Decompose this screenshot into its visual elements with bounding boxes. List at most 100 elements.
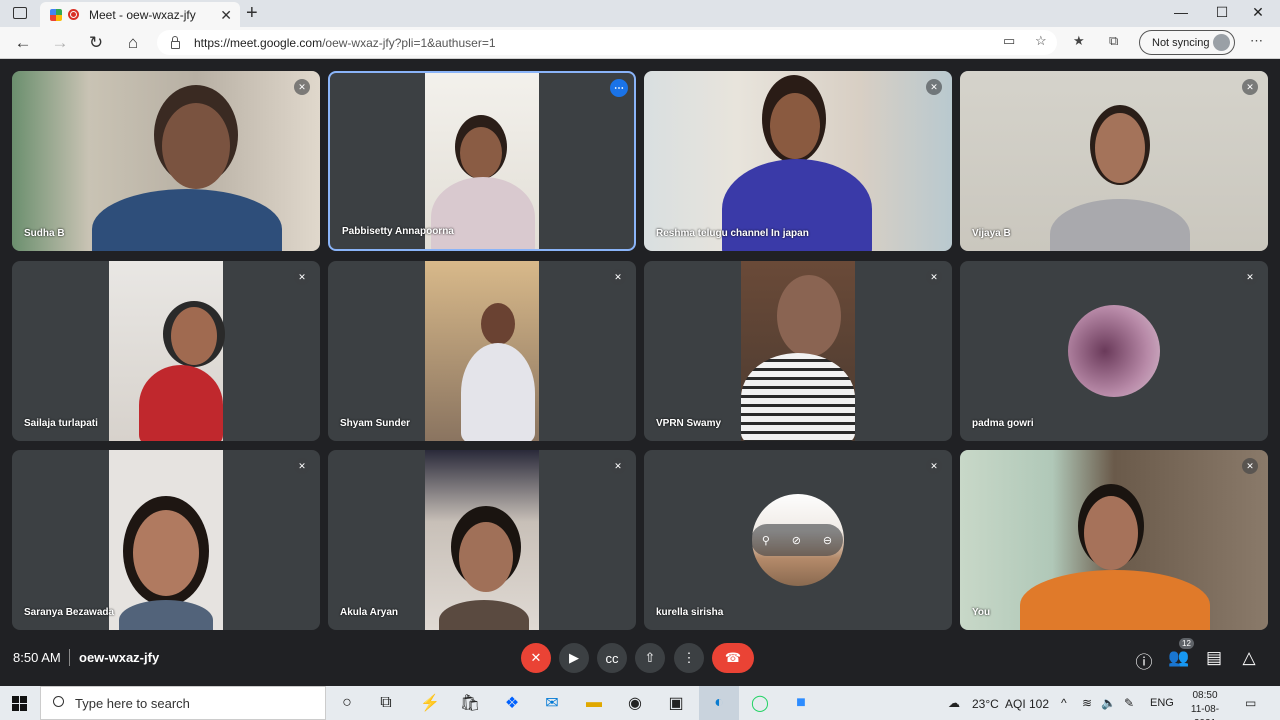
mic-off-icon: ✕ <box>610 269 626 285</box>
participant-tile[interactable]: ✕ VPRN Swamy <box>644 261 952 441</box>
tray-overflow-icon[interactable]: ^ <box>1061 696 1067 710</box>
dropbox-icon[interactable]: ❖ <box>500 692 524 714</box>
participant-video <box>425 73 539 249</box>
minimize-button[interactable]: — <box>1166 4 1196 20</box>
participant-tile[interactable]: ✕ Reshma telugu channel In japan <box>644 71 952 251</box>
mic-off-icon: ✕ <box>1242 458 1258 474</box>
meeting-code: oew-wxaz-jfy <box>79 650 160 665</box>
meeting-control-bar: 8:50 AM oew-wxaz-jfy ✕ ▶ cc ⇧ ⋮ ☎ ⓘ 👥 ▤ … <box>0 632 1280 684</box>
meeting-details-icon[interactable]: ⓘ <box>1133 648 1155 673</box>
aqi-label[interactable]: AQI 102 <box>1005 697 1049 711</box>
participant-name: Vijaya B <box>972 228 1011 239</box>
maximize-button[interactable]: ☐ <box>1207 4 1237 21</box>
store-icon[interactable]: 🛍 <box>458 692 482 714</box>
remove-icon[interactable]: ⊖ <box>823 534 832 547</box>
language-indicator[interactable]: ENG <box>1150 697 1174 709</box>
participant-name: Reshma telugu channel In japan <box>656 228 809 239</box>
app-icon-2[interactable]: ▣ <box>664 692 688 714</box>
taskbar-search-input[interactable]: Type here to search <box>40 686 326 720</box>
camera-in-use-icon[interactable]: ▭ <box>1003 33 1015 49</box>
address-bar-row: ← → ↻ ⌂ https://meet.google.com /oew-wxa… <box>0 27 1280 59</box>
notifications-icon[interactable]: ▭ <box>1245 696 1256 710</box>
network-icon[interactable]: ≋ <box>1082 696 1092 710</box>
taskbar-clock[interactable]: 08:50 11-08-2021 <box>1180 689 1230 720</box>
mail-icon[interactable]: ✉ <box>540 692 564 714</box>
participant-video <box>109 450 223 630</box>
participant-name: Sailaja turlapati <box>24 418 98 429</box>
pen-icon[interactable]: ✎ <box>1124 696 1134 710</box>
participant-tile[interactable]: ✕ padma gowri <box>960 261 1268 441</box>
mic-off-icon: ✕ <box>926 79 942 95</box>
mic-toggle-button[interactable]: ✕ <box>521 643 551 673</box>
settings-more-icon[interactable]: ⋯ <box>1250 33 1263 49</box>
participant-video <box>644 71 952 251</box>
participant-tile[interactable]: ⚲ ⊘ ⊖ ✕ kurella sirisha <box>644 450 952 630</box>
meet-favicon-icon <box>50 8 62 21</box>
search-icon <box>53 696 64 707</box>
participant-tile[interactable]: ✕ Shyam Sunder <box>328 261 636 441</box>
participant-tile[interactable]: ✕ Sailaja turlapati <box>12 261 320 441</box>
close-window-button[interactable]: ✕ <box>1243 4 1273 21</box>
present-button[interactable]: ⇧ <box>635 643 665 673</box>
participant-tile[interactable]: ⋯ Pabbisetty Annapoorna <box>328 71 636 251</box>
file-explorer-icon[interactable]: ▬ <box>582 692 606 714</box>
favorites-icon[interactable]: ★ <box>1073 33 1085 49</box>
vscode-icon[interactable]: ⚡ <box>418 692 442 714</box>
camera-toggle-button[interactable]: ▶ <box>559 643 589 673</box>
participant-tile[interactable]: ✕ Akula Aryan <box>328 450 636 630</box>
participant-name: Sudha B <box>24 228 65 239</box>
collections-icon[interactable]: ⧉ <box>1109 33 1118 49</box>
participant-name: VPRN Swamy <box>656 418 722 429</box>
whatsapp-icon[interactable]: ◯ <box>748 692 772 714</box>
browser-tab-meet[interactable]: Meet - oew-wxaz-jfy ✕ <box>40 2 240 27</box>
url-path: /oew-wxaz-jfy?pli=1&authuser=1 <box>322 35 496 50</box>
captions-button[interactable]: cc <box>597 643 627 673</box>
weather-icon[interactable]: ☁ <box>948 696 960 710</box>
participant-video <box>425 261 539 441</box>
tab-actions-icon[interactable] <box>13 7 27 19</box>
participant-name: You <box>972 607 991 618</box>
edge-icon[interactable]: ◐ <box>707 692 731 714</box>
profile-sync-button[interactable]: Not syncing <box>1139 30 1235 55</box>
volume-icon[interactable]: 🔈 <box>1101 696 1116 710</box>
more-options-icon[interactable]: ⋯ <box>610 79 628 97</box>
chat-icon[interactable]: ▤ <box>1203 648 1225 668</box>
participant-video <box>12 71 320 251</box>
participant-name: Pabbisetty Annapoorna <box>342 226 454 237</box>
back-button[interactable]: ← <box>11 33 35 53</box>
weather-temp[interactable]: 23°C <box>972 697 999 711</box>
add-favorite-icon[interactable]: ☆ <box>1035 33 1047 49</box>
reload-button[interactable]: ↻ <box>84 33 108 53</box>
new-tab-button[interactable]: + <box>246 2 258 25</box>
home-button[interactable]: ⌂ <box>121 33 145 53</box>
meeting-time: 8:50 AM <box>13 650 61 665</box>
app-icon[interactable]: ◉ <box>623 692 647 714</box>
people-icon[interactable]: 👥 <box>1168 648 1190 668</box>
sync-label: Not syncing <box>1152 36 1210 49</box>
mic-off-icon: ✕ <box>294 79 310 95</box>
forward-button[interactable]: → <box>48 33 72 53</box>
url-input[interactable]: https://meet.google.com /oew-wxaz-jfy?pl… <box>157 30 1057 55</box>
start-button[interactable] <box>12 696 27 711</box>
hang-up-button[interactable]: ☎ <box>712 643 754 673</box>
participant-video <box>425 450 539 630</box>
more-options-button[interactable]: ⋮ <box>674 643 704 673</box>
task-view-icon[interactable]: ⧉ <box>374 692 398 714</box>
tab-close-icon[interactable]: ✕ <box>220 7 232 24</box>
participant-avatar <box>1068 305 1160 397</box>
participant-tile[interactable]: ✕ Saranya Bezawada <box>12 450 320 630</box>
participant-name: kurella sirisha <box>656 607 724 618</box>
activities-icon[interactable]: △ <box>1238 648 1260 668</box>
lock-icon <box>171 35 180 49</box>
participant-tile[interactable]: ✕ Vijaya B <box>960 71 1268 251</box>
pin-icon[interactable]: ⚲ <box>762 534 770 547</box>
mute-icon[interactable]: ⊘ <box>792 534 801 547</box>
cortana-icon[interactable]: ○ <box>335 692 359 714</box>
participant-count-badge: 12 <box>1179 638 1194 649</box>
clock-time: 08:50 <box>1192 690 1218 701</box>
mic-off-icon: ✕ <box>294 458 310 474</box>
participant-tile[interactable]: ✕ You <box>960 450 1268 630</box>
mic-off-icon: ✕ <box>926 458 942 474</box>
zoom-icon[interactable]: ■ <box>789 692 813 714</box>
participant-tile[interactable]: ✕ Sudha B <box>12 71 320 251</box>
